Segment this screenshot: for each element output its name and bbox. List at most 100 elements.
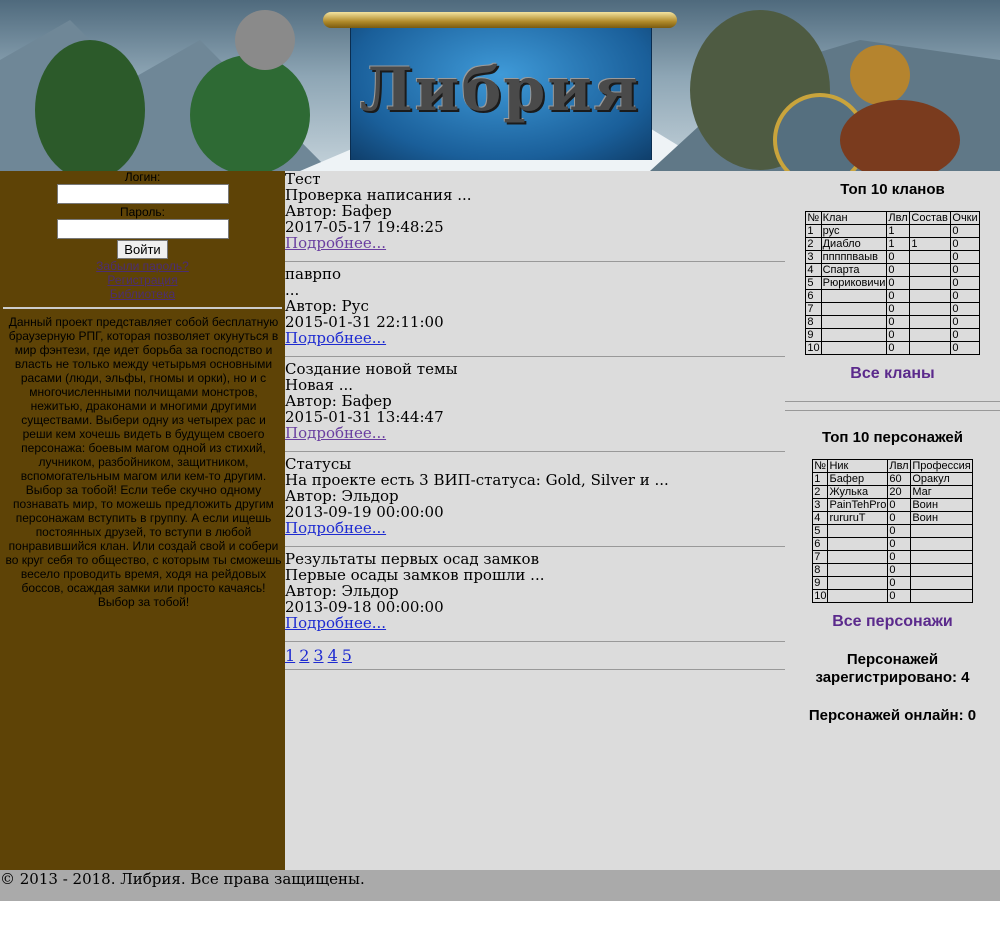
top-clans-title: Топ 10 кланов [840,181,945,198]
table-cell: 0 [950,237,980,251]
library-link[interactable]: Библиотека [0,287,285,301]
table-cell: 6 [812,537,829,551]
news-preview: Новая ... [285,376,354,394]
divider [285,669,785,670]
table-cell: 3 [805,250,822,264]
divider [285,546,785,547]
header-banner: Либрия [0,0,1000,171]
table-cell[interactable]: пппппваыв [820,250,888,264]
table-header-row: № Ник Лвл Профессия [812,459,973,473]
table-cell: 4 [805,263,822,277]
table-cell [909,250,952,264]
divider [285,641,785,642]
table-cell: 2 [812,485,829,499]
table-cell: 0 [950,302,980,316]
table-cell: 0 [887,550,912,564]
table-cell[interactable]: рус [820,224,888,238]
page-link[interactable]: 3 [313,646,323,665]
table-cell [910,563,973,577]
news-preview: На проекте есть 3 ВИП-статуса: Gold, Sil… [285,471,669,489]
table-cell [909,276,952,290]
logo-scroll-rod [323,12,677,28]
site-logo[interactable]: Либрия [350,55,650,125]
table-cell[interactable]: PainTehPro [827,498,889,512]
column-header: Очки [950,211,980,225]
table-cell [827,524,889,538]
table-cell: 0 [950,289,980,303]
table-cell: 1 [805,224,822,238]
table-row: 1 Бафер 60 Оракул [812,472,973,486]
table-row: 2 Диабло 1 1 0 [805,237,980,251]
news-author: Автор: Эльдор [285,487,399,505]
login-button[interactable]: Войти [117,240,168,259]
table-cell: 0 [886,341,911,355]
table-cell: 0 [887,563,912,577]
table-row: 3 пппппваыв 0 0 [805,250,980,264]
online-count: Персонажей онлайн: 0 [808,707,977,724]
table-cell [910,576,973,590]
table-cell: 0 [950,224,980,238]
read-more-link[interactable]: Подробнее... [285,329,386,347]
forgot-password-link[interactable]: Забыли пароль? [0,259,285,273]
column-header: Лвл [886,211,911,225]
page-link[interactable]: 5 [342,646,352,665]
password-input[interactable] [56,219,229,239]
read-more-link[interactable]: Подробнее... [285,424,386,442]
news-author: Автор: Рус [285,297,369,315]
table-row: 80 [812,563,973,577]
news-item: паврпо... Автор: Рус 2015-01-31 22:11:00 По… [285,266,785,357]
table-row: 4 rururuT 0 Воин [812,511,973,525]
table-row: 9 0 0 [805,328,980,342]
table-cell[interactable]: Спарта [820,263,888,277]
column-header: Состав [909,211,952,225]
all-characters-link[interactable]: Все персонажи [832,613,953,630]
table-row: 10 0 [812,589,973,603]
table-cell: 0 [950,315,980,329]
table-cell [909,263,952,277]
news-author: Автор: Бафер [285,392,392,410]
page-link[interactable]: 1 [285,646,295,665]
table-cell: 0 [887,537,912,551]
table-cell: 0 [887,498,912,512]
login-input[interactable] [56,184,229,204]
table-cell[interactable]: Рюриковичи [820,276,888,290]
table-cell: Оракул [910,472,973,486]
news-item: Результаты первых осад замков Первые осад… [285,551,785,642]
copyright: © 2013 - 2018. Либрия. Все права защищен… [0,870,365,888]
divider [285,356,785,357]
table-cell [827,550,889,564]
table-cell[interactable]: rururuT [827,511,889,525]
news-preview: Проверка написания ... [285,186,472,204]
table-cell: 0 [886,276,911,290]
all-clans-link[interactable]: Все кланы [850,365,934,382]
table-cell: 0 [887,589,912,603]
table-row: 90 [812,576,973,590]
table-row: 2 Жулька 20 Маг [812,485,973,499]
register-link[interactable]: Регистрация [0,273,285,287]
table-cell [827,563,889,577]
read-more-link[interactable]: Подробнее... [285,614,386,632]
table-header-row: № Клан Лвл Состав Очки [805,211,980,225]
news-author: Автор: Эльдор [285,582,399,600]
table-cell: 1 [812,472,829,486]
page-link[interactable]: 4 [328,646,338,665]
top-clans-table: № Клан Лвл Состав Очки 1 рус 1 0 2 Диабло 1 1 0 3 ппппп… [805,211,980,355]
table-cell[interactable]: Диабло [820,237,888,251]
table-cell: 1 [909,237,952,251]
table-cell[interactable]: Бафер [827,472,889,486]
table-row: 10 0 0 [805,341,980,355]
table-cell: 60 [887,472,912,486]
table-cell [910,524,973,538]
read-more-link[interactable]: Подробнее... [285,234,386,252]
table-cell: 0 [886,315,911,329]
news-title: Создание новой темы [285,360,458,378]
read-more-link[interactable]: Подробнее... [285,519,386,537]
table-cell: 6 [805,289,822,303]
table-cell [909,289,952,303]
table-row: 50 [812,524,973,538]
page-link[interactable]: 2 [299,646,309,665]
table-cell[interactable]: Жулька [827,485,889,499]
table-cell: 0 [886,302,911,316]
news-title: паврпо [285,265,342,283]
table-cell: 0 [887,576,912,590]
